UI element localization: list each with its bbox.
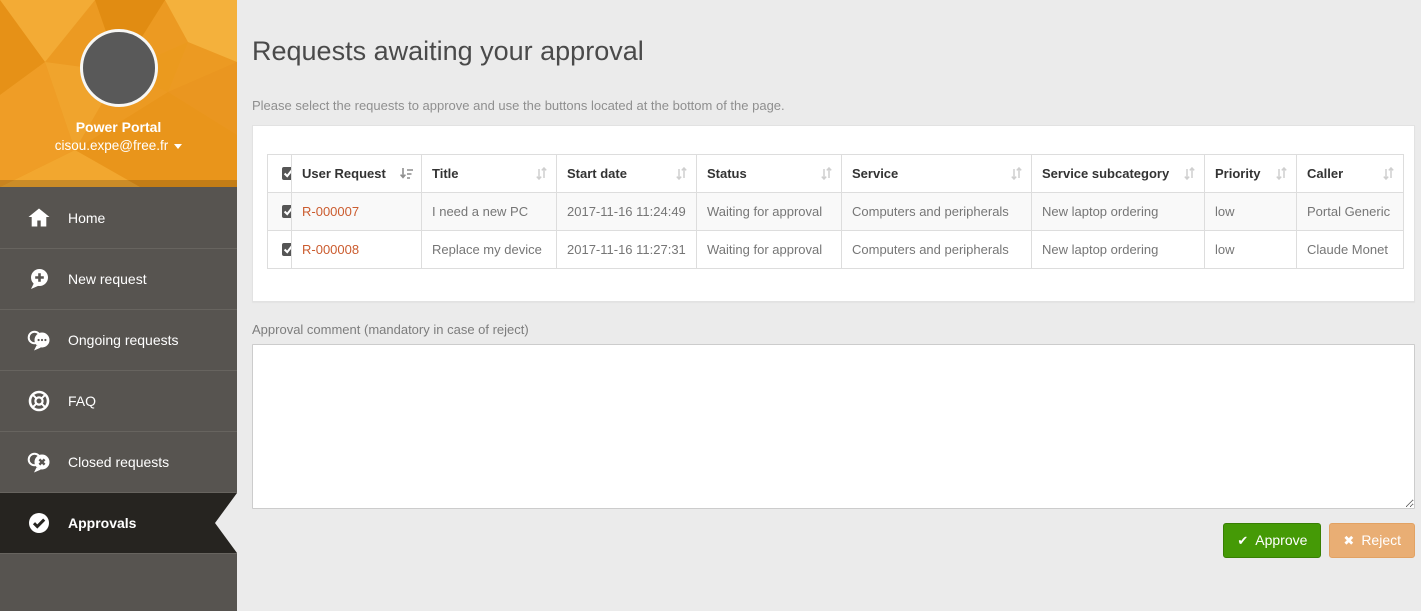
cell-status: Waiting for approval xyxy=(697,231,842,269)
sidebar-item-new-request[interactable]: New request xyxy=(0,248,237,309)
approve-button-label: Approve xyxy=(1255,532,1307,549)
sidebar-item-label: Closed requests xyxy=(68,454,169,470)
column-label: User Request xyxy=(302,166,386,181)
table-row: R-000008 Replace my device 2017-11-16 11… xyxy=(268,231,1404,269)
sort-both-icon xyxy=(1382,167,1395,180)
cell-status: Waiting for approval xyxy=(697,193,842,231)
main-content: Requests awaiting your approval Please s… xyxy=(237,0,1421,611)
sidebar-item-closed-requests[interactable]: Closed requests xyxy=(0,431,237,492)
action-buttons: ✔ Approve ✖ Reject xyxy=(1223,523,1415,558)
sidebar-item-home[interactable]: Home xyxy=(0,187,237,248)
table-header-row: User Request Title xyxy=(268,155,1404,193)
cell-priority: low xyxy=(1205,231,1297,269)
check-circle-icon xyxy=(27,511,51,535)
cell-service: Computers and peripherals xyxy=(842,193,1032,231)
sort-both-icon xyxy=(1275,167,1288,180)
life-ring-icon xyxy=(27,389,51,413)
sort-both-icon xyxy=(1010,167,1023,180)
cell-service-subcategory: New laptop ordering xyxy=(1032,231,1205,269)
x-icon: ✖ xyxy=(1343,533,1354,549)
reject-button[interactable]: ✖ Reject xyxy=(1329,523,1415,558)
sidebar-item-label: FAQ xyxy=(68,393,96,409)
column-header-title[interactable]: Title xyxy=(422,155,557,193)
avatar xyxy=(80,29,158,107)
cell-title: I need a new PC xyxy=(422,193,557,231)
sort-both-icon xyxy=(820,167,833,180)
chat-x-icon xyxy=(27,450,51,474)
column-header-service-subcategory[interactable]: Service subcategory xyxy=(1032,155,1205,193)
cell-start-date: 2017-11-16 11:27:31 xyxy=(557,231,697,269)
sidebar-item-label: New request xyxy=(68,271,147,287)
approve-button[interactable]: ✔ Approve xyxy=(1223,523,1321,558)
column-label: Service xyxy=(852,166,898,181)
sort-both-icon xyxy=(535,167,548,180)
requests-table-panel: User Request Title xyxy=(252,125,1415,302)
row-checkbox[interactable] xyxy=(282,205,292,218)
request-link[interactable]: R-000007 xyxy=(302,204,359,219)
row-checkbox[interactable] xyxy=(282,243,292,256)
cell-caller: Portal Generic xyxy=(1297,193,1404,231)
approval-comment-label: Approval comment (mandatory in case of r… xyxy=(252,322,529,337)
profile-header: Power Portal cisou.expe@free.fr xyxy=(0,0,237,187)
profile-name: Power Portal xyxy=(0,119,237,135)
chevron-down-icon xyxy=(174,144,182,149)
cell-title: Replace my device xyxy=(422,231,557,269)
column-label: Service subcategory xyxy=(1042,166,1169,181)
column-header-service[interactable]: Service xyxy=(842,155,1032,193)
profile-email-text: cisou.expe@free.fr xyxy=(55,138,169,153)
check-icon: ✔ xyxy=(1237,533,1248,549)
approval-comment-input[interactable] xyxy=(252,344,1415,509)
sidebar-item-label: Approvals xyxy=(68,515,136,531)
reject-button-label: Reject xyxy=(1361,532,1401,549)
sidebar-item-faq[interactable]: FAQ xyxy=(0,370,237,431)
column-label: Priority xyxy=(1215,166,1261,181)
requests-table: User Request Title xyxy=(267,154,1404,269)
sidebar-item-label: Home xyxy=(68,210,105,226)
select-all-header xyxy=(268,155,292,193)
home-icon xyxy=(27,206,51,230)
table-row: R-000007 I need a new PC 2017-11-16 11:2… xyxy=(268,193,1404,231)
column-label: Caller xyxy=(1307,166,1343,181)
column-label: Start date xyxy=(567,166,627,181)
column-label: Status xyxy=(707,166,747,181)
sidebar: Power Portal cisou.expe@free.fr Home New… xyxy=(0,0,237,611)
profile-email-dropdown[interactable]: cisou.expe@free.fr xyxy=(0,138,237,153)
column-header-priority[interactable]: Priority xyxy=(1205,155,1297,193)
column-label: Title xyxy=(432,166,459,181)
page-description: Please select the requests to approve an… xyxy=(252,98,785,113)
sort-both-icon xyxy=(1183,167,1196,180)
column-header-user-request[interactable]: User Request xyxy=(292,155,422,193)
plus-bubble-icon xyxy=(27,267,51,291)
sidebar-item-label: Ongoing requests xyxy=(68,332,179,348)
sidebar-item-approvals[interactable]: Approvals xyxy=(0,492,237,553)
sidebar-filler xyxy=(0,553,237,607)
cell-service: Computers and peripherals xyxy=(842,231,1032,269)
cell-service-subcategory: New laptop ordering xyxy=(1032,193,1205,231)
select-all-checkbox[interactable] xyxy=(282,167,292,180)
sidebar-nav: Home New request Ongoing requests xyxy=(0,187,237,607)
sort-both-icon xyxy=(675,167,688,180)
sort-desc-icon xyxy=(399,167,413,181)
page-title: Requests awaiting your approval xyxy=(252,36,644,67)
chat-bubbles-icon xyxy=(27,328,51,352)
column-header-start-date[interactable]: Start date xyxy=(557,155,697,193)
column-header-status[interactable]: Status xyxy=(697,155,842,193)
cell-start-date: 2017-11-16 11:24:49 xyxy=(557,193,697,231)
cell-caller: Claude Monet xyxy=(1297,231,1404,269)
cell-priority: low xyxy=(1205,193,1297,231)
sidebar-item-ongoing-requests[interactable]: Ongoing requests xyxy=(0,309,237,370)
column-header-caller[interactable]: Caller xyxy=(1297,155,1404,193)
request-link[interactable]: R-000008 xyxy=(302,242,359,257)
